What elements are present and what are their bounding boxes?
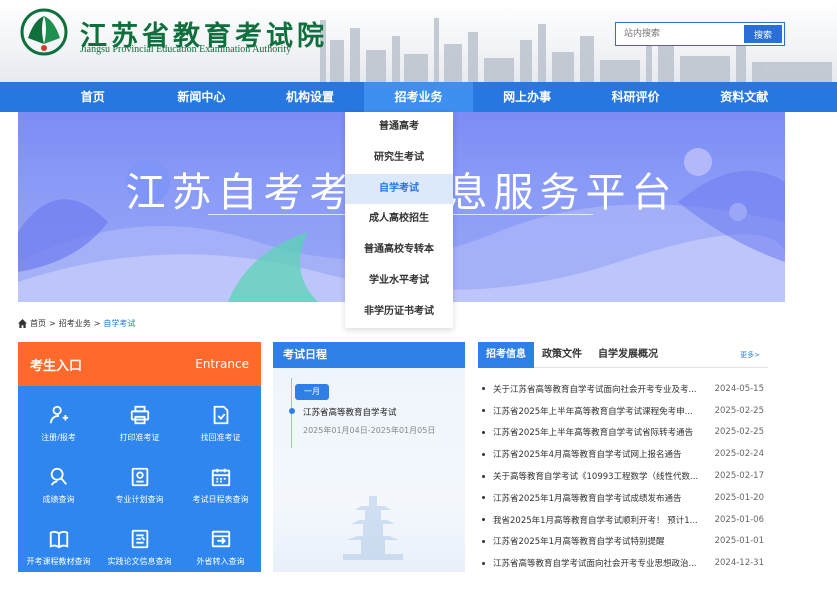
exam-schedule-panel: 考试日程 一月 江苏省高等教育自学考试 2025年01月04日-2025年01月… [273,342,465,572]
entrance-schedule-query[interactable]: 考试日程表查询 [180,454,261,516]
breadcrumb-separator: > [49,319,56,328]
list-item[interactable]: 关于江苏省高等教育自学考试面向社会开考专业及考... 2024-05-15 [478,378,768,400]
schedule-event-date: 2025年01月04日-2025年01月05日 [303,426,436,435]
entrance-major-plan-query[interactable]: 专业计划查询 [99,454,180,516]
dropdown-item-gaokao[interactable]: 普通高考 [345,112,453,143]
entrance-retrieve-ticket[interactable]: 找回准考证 [180,392,261,454]
entrance-title-en: Entrance [195,357,249,371]
printer-icon [130,405,149,424]
pagoda-watermark-decoration [343,496,403,560]
timeline-dot [288,408,295,414]
schedule-event-title[interactable]: 江苏省高等教育自学考试 [303,406,397,418]
list-item[interactable]: 关于高等教育自学考试《10993工程数学（线性代数... 2025-02-17 [478,465,768,487]
list-item[interactable]: 江苏省2025年1月高等教育自学考试特别提醒 2025-01-01 [478,531,768,553]
home-icon [18,319,27,328]
tab-admission-info[interactable]: 招考信息 [478,341,534,368]
tab-policy-documents[interactable]: 政策文件 [534,342,590,368]
entrance-register[interactable]: 注册/报考 [18,392,99,454]
schedule-title: 考试日程 [273,342,465,368]
page: 江苏省教育考试院 Jiangsu Provincial Education Ex… [0,0,837,589]
entrance-transfer-query[interactable]: 外省转入查询 [180,516,261,578]
breadcrumb-admissions[interactable]: 招考业务 [59,318,91,329]
nav-item-resources[interactable]: 资料文献 [690,82,799,112]
site-header: 江苏省教育考试院 Jiangsu Provincial Education Ex… [0,0,837,82]
calendar-icon [211,468,230,486]
breadcrumb: 首页 > 招考业务 > 自学考试 [18,318,135,329]
transfer-in-icon [211,530,230,547]
dropdown-item-certificate[interactable]: 非学历证书考试 [345,297,453,328]
user-register-icon [49,405,68,423]
dropdown-item-self-study[interactable]: 自学考试 [345,173,453,205]
list-item[interactable]: 江苏省高等教育自学考试面向社会开考专业思想政治... 2024-12-31 [478,552,768,574]
list-item[interactable]: 我省2025年1月高等教育自学考试顺利开考！ 预计1... 2025-01-06 [478,509,768,531]
nav-item-organization[interactable]: 机构设置 [256,82,365,112]
list-item[interactable]: 江苏省2025年上半年高等教育自学考试课程免考申... 2025-02-25 [478,400,768,422]
dropdown-item-upgrade[interactable]: 普通高校专转本 [345,235,453,266]
main-nav: 首页 新闻中心 机构设置 招考业务 网上办事 科研评价 资料文献 [0,82,837,112]
document-retrieve-icon [213,405,228,424]
breadcrumb-current: 自学考试 [103,319,136,328]
entrance-textbook-query[interactable]: 开考课程教材查询 [18,516,99,578]
entrance-thesis-query[interactable]: 实践论文信息查询 [99,516,180,578]
site-subtitle: Jiangsu Provincial Education Examination… [80,44,292,55]
month-tag: 一月 [295,384,329,400]
nav-item-admissions[interactable]: 招考业务 [364,82,473,112]
entrance-header: 考生入口 Entrance [18,342,261,386]
entrance-score-query[interactable]: 成绩查询 [18,454,99,516]
search-button[interactable]: 搜索 [744,25,782,43]
news-panel: 招考信息 政策文件 自学发展概况 更多> 关于江苏省高等教育自学考试面向社会开考… [478,341,768,582]
list-item[interactable]: 江苏省2025年上半年高等教育自学考试省际转考通告 2025-02-25 [478,422,768,444]
nav-item-online-services[interactable]: 网上办事 [473,82,582,112]
breadcrumb-home[interactable]: 首页 [30,318,46,329]
search-box: 搜索 [615,22,785,46]
nav-item-home[interactable]: 首页 [39,82,148,112]
book-icon [49,530,68,548]
tab-development-overview[interactable]: 自学发展概况 [590,342,666,368]
nav-item-news[interactable]: 新闻中心 [147,82,256,112]
breadcrumb-separator: > [93,319,101,328]
candidate-entrance-panel: 考生入口 Entrance 注册/报考 打印准考证 找回准考证 成绩查询 专业计… [18,342,261,572]
city-skyline-decoration [320,18,832,82]
more-link[interactable]: 更多> [740,350,760,360]
entrance-print-ticket[interactable]: 打印准考证 [99,392,180,454]
dropdown-item-postgraduate[interactable]: 研究生考试 [345,143,453,174]
dropdown-item-adult-college[interactable]: 成人高校招生 [345,204,453,235]
news-list: 关于江苏省高等教育自学考试面向社会开考专业及考... 2024-05-15 江苏省… [478,378,768,574]
dropdown-item-proficiency[interactable]: 学业水平考试 [345,266,453,297]
list-item[interactable]: 江苏省2025年4月高等教育自学考试网上报名通告 2025-02-24 [478,443,768,465]
search-input[interactable] [616,23,742,45]
authority-emblem-logo [20,8,68,56]
entrance-title: 考生入口 [30,358,83,374]
nav-item-research[interactable]: 科研评价 [581,82,690,112]
news-tabs: 招考信息 政策文件 自学发展概况 更多> [478,341,768,368]
admissions-dropdown-menu: 普通高考 研究生考试 自学考试 成人高校招生 普通高校专转本 学业水平考试 非学… [345,112,453,328]
user-search-icon [50,467,67,486]
plan-document-icon [131,467,148,486]
thesis-document-icon [131,529,148,548]
list-item[interactable]: 江苏省2025年1月高等教育自学考试成绩发布通告 2025-01-20 [478,487,768,509]
